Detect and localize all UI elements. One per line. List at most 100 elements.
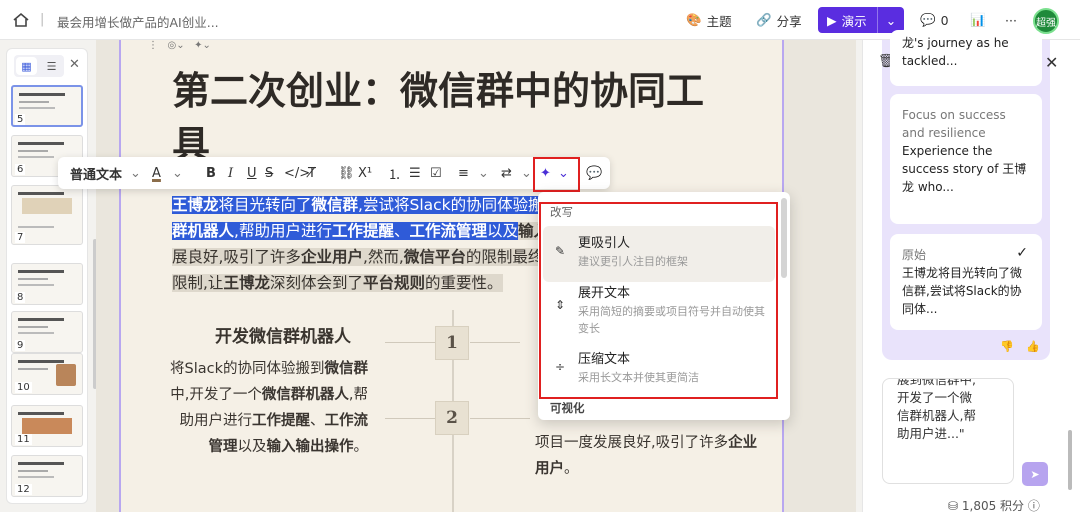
document-title[interactable]: 最会用增长做产品的AI创业... <box>57 12 219 31</box>
para-text: 王博龙将目光转向了微信群,尝试将Slack的协同体验搬到 <box>172 196 560 214</box>
section-text[interactable]: 将Slack的协同体验搬到微信群中,开发了一个微信群机器人,帮助用户进行工作提醒… <box>168 356 368 460</box>
timeline-connector <box>470 342 520 343</box>
more-menu-button[interactable]: ··· <box>1005 10 1017 30</box>
comments-button[interactable]: 💬 0 <box>920 10 949 30</box>
timeline-connector <box>385 418 435 419</box>
theme-label: 主题 <box>706 13 732 29</box>
section-title[interactable]: 开发微信群机器人 <box>215 322 351 347</box>
slide-thumb-11[interactable]: 11 <box>11 405 83 447</box>
strikethrough-icon[interactable]: S <box>265 164 273 182</box>
info-icon[interactable]: ⓘ <box>1028 499 1040 512</box>
clear-format-icon[interactable]: T̸ <box>308 164 316 182</box>
separator: | <box>40 12 45 27</box>
card-text: Experience the success story of 王博龙 who.… <box>902 144 1027 194</box>
para-text: 限制,让王博龙深刻体会到了平台规则的重要性。 <box>172 274 503 292</box>
grid-view-icon[interactable]: ▦ <box>16 57 37 75</box>
comment-icon: 💬 <box>920 12 936 27</box>
thumbs-up-icon[interactable]: 👍 <box>1026 340 1040 353</box>
check-icon: ✓ <box>1016 245 1028 261</box>
italic-icon[interactable]: I <box>228 164 233 182</box>
slide-thumb-5[interactable]: 5 <box>11 85 83 127</box>
align-icon[interactable]: ≡ <box>458 164 469 182</box>
slide-title[interactable]: 第二次创业：微信群中的协同工具 <box>172 64 732 172</box>
timeline-connector <box>470 418 530 419</box>
credits-text: 1,805 积分 <box>961 499 1025 512</box>
present-main[interactable]: ▶ 演示 <box>818 7 878 33</box>
close-icon[interactable]: ✕ <box>69 57 80 72</box>
present-button[interactable]: ▶ 演示 ⌄ <box>818 7 904 33</box>
thumb-number: 6 <box>15 164 26 175</box>
credits-balance: ⛁ 1,805 积分 ⓘ <box>948 497 1040 512</box>
convert-icon[interactable]: ⇄ <box>501 164 512 182</box>
bullet-list-icon[interactable]: ☰ <box>409 164 421 182</box>
thumb-number: 9 <box>15 340 26 351</box>
thumbs-down-icon[interactable]: 👎 <box>1000 340 1014 353</box>
code-icon[interactable]: </> <box>284 164 310 182</box>
section-text[interactable]: 项目一度发展良好,吸引了许多企业用户。 <box>535 430 765 482</box>
card-label: 原始 <box>902 248 927 262</box>
present-label: 演示 <box>841 13 867 29</box>
prompt-text: 展到微信群中,开发了一个微信群机器人,帮助用户进..." <box>897 378 976 441</box>
coins-icon: ⛁ <box>948 499 959 512</box>
text-style-select[interactable]: 普通文本 ⌄ <box>70 164 141 183</box>
thumb-number: 7 <box>15 232 26 243</box>
card-muted-text: Focus on success and resilience <box>902 108 1006 140</box>
prompt-input[interactable]: 展到微信群中,开发了一个微信群机器人,帮助用户进..." <box>882 378 1014 484</box>
menu-scrollbar[interactable] <box>781 198 787 278</box>
timeline-connector <box>385 342 435 343</box>
thumb-number: 11 <box>15 434 32 445</box>
checklist-icon[interactable]: ☑ <box>430 164 442 182</box>
highlight-box <box>539 202 778 399</box>
share-label: 分享 <box>776 13 802 29</box>
present-dropdown-toggle[interactable]: ⌄ <box>878 13 904 28</box>
bar-chart-icon: 📊 <box>970 12 986 27</box>
slide-thumb-8[interactable]: 8 <box>11 263 83 305</box>
palette-icon: 🎨 <box>686 12 702 27</box>
send-icon: ➤ <box>1030 467 1040 481</box>
numbered-list-icon[interactable]: ⒈ <box>388 164 401 183</box>
bold-icon[interactable]: B <box>206 164 216 182</box>
slide-thumb-7[interactable]: 7 <box>11 185 83 245</box>
slide-mini-toolbar[interactable]: ⋮ ◎⌄ ✦⌄ <box>148 40 211 51</box>
thumb-number: 10 <box>15 382 32 393</box>
underline-icon[interactable]: U <box>247 164 257 182</box>
thumb-number: 8 <box>15 292 26 303</box>
slides-panel: ▦ ☰ ✕ 5 6 7 8 9 10 11 12 <box>0 40 97 512</box>
list-view-icon[interactable]: ☰ <box>39 55 64 77</box>
share-button[interactable]: 🔗 分享 <box>756 10 802 30</box>
thumb-number: 5 <box>15 114 26 125</box>
superscript-icon[interactable]: X¹ <box>358 164 372 182</box>
play-icon: ▶ <box>827 12 837 28</box>
slide-thumb-12[interactable]: 12 <box>11 455 83 497</box>
link-icon[interactable]: ⛓ <box>338 164 355 182</box>
theme-button[interactable]: 🎨 主题 <box>686 10 732 30</box>
view-toggle: ▦ ☰ <box>14 55 64 77</box>
chevron-down-icon[interactable]: ⌄ <box>172 164 183 182</box>
slide-thumb-9[interactable]: 9 <box>11 311 83 353</box>
suggestion-card[interactable]: 龙's journey as he tackled... <box>890 30 1042 86</box>
analytics-button[interactable]: 📊 <box>970 10 986 30</box>
comment-icon[interactable]: 💬 <box>586 164 602 182</box>
format-toolbar: 普通文本 ⌄ A ⌄ B I U S </> T̸ ⛓ X¹ ⒈ ☰ ☑ ≡ ⌄ … <box>58 157 610 189</box>
chevron-down-icon[interactable]: ⌄ <box>478 164 489 182</box>
para-text: 群机器人,帮助用户进行工作提醒、工作流管理以及 <box>172 222 519 240</box>
link-icon: 🔗 <box>756 12 772 27</box>
original-card[interactable]: 原始 ✓ 王博龙将目光转向了微信群,尝试将Slack的协同体... <box>890 234 1042 330</box>
more-icon: ··· <box>1005 12 1017 28</box>
font-color-button[interactable]: A <box>152 164 161 182</box>
send-button[interactable]: ➤ <box>1022 462 1048 486</box>
close-icon[interactable]: ✕ <box>1045 53 1058 72</box>
chevron-down-icon[interactable]: ⌄ <box>521 164 532 182</box>
home-icon[interactable] <box>12 11 30 29</box>
slides-panel-inner: ▦ ☰ ✕ 5 6 7 8 9 10 11 12 <box>6 48 97 504</box>
panel-scrollbar[interactable] <box>1068 430 1072 490</box>
para-text: 展良好,吸引了许多企业用户,然而,微信平台的限制最终 <box>172 248 544 266</box>
chevron-down-icon: ⌄ <box>130 165 141 181</box>
timeline-node-2[interactable]: 2 <box>435 401 469 435</box>
timeline-node-1[interactable]: 1 <box>435 326 469 360</box>
slide-thumb-10[interactable]: 10 <box>11 353 83 395</box>
chevron-down-icon: ⌄ <box>885 12 897 28</box>
suggestion-card[interactable]: Focus on success and resilience Experien… <box>890 94 1042 224</box>
thumb-number: 12 <box>15 484 32 495</box>
comment-count: 0 <box>940 12 949 28</box>
